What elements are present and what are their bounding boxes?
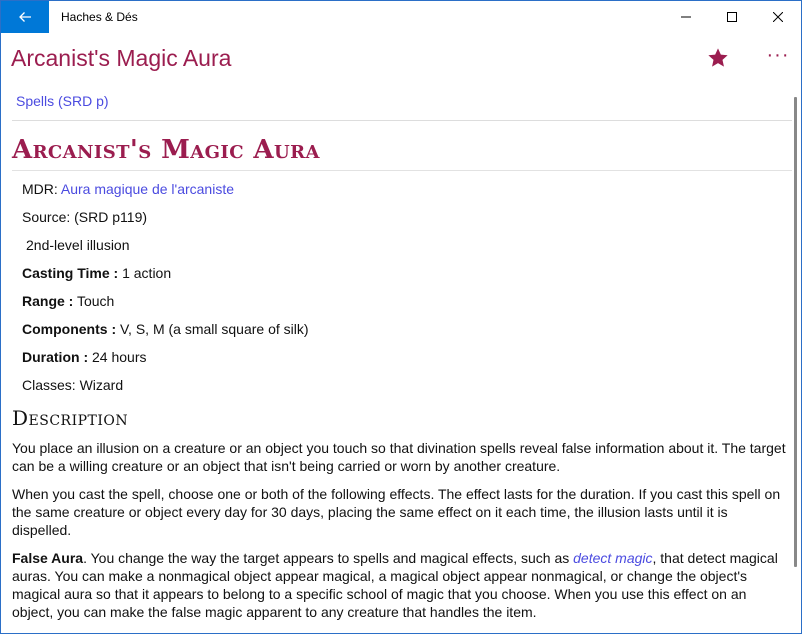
divider (12, 170, 792, 171)
range-label: Range : (22, 293, 74, 309)
description-paragraph-1: You place an illusion on a creature or a… (12, 440, 786, 474)
star-icon (708, 48, 728, 67)
duration-row: Duration : 24 hours (22, 349, 146, 365)
description-heading: Description (12, 406, 129, 430)
false-aura-label: False Aura (12, 550, 84, 566)
casting-time-label: Casting Time : (22, 265, 119, 281)
casting-time-value: 1 action (118, 265, 172, 281)
more-icon: ··· (766, 44, 790, 66)
mdr-label: MDR: (22, 181, 61, 197)
mdr-row: MDR: Aura magique de l'arcaniste (22, 181, 234, 197)
back-button[interactable] (1, 1, 49, 33)
maximize-icon (727, 12, 737, 22)
minimize-icon (681, 16, 691, 18)
mdr-link[interactable]: Aura magique de l'arcaniste (61, 181, 234, 197)
components-value: V, S, M (a small square of silk) (116, 321, 309, 337)
more-options-button[interactable]: ··· (763, 44, 793, 71)
source-row: Source: (SRD p119) (22, 209, 148, 225)
close-button[interactable] (755, 1, 801, 33)
range-value: Touch (73, 293, 115, 309)
maximize-button[interactable] (709, 1, 755, 33)
spell-title: Arcanist's Magic Aura (12, 135, 320, 165)
components-label: Components : (22, 321, 117, 337)
breadcrumb-spells-link[interactable]: Spells (SRD p) (16, 93, 109, 109)
divider (12, 120, 792, 121)
page-title: Arcanist's Magic Aura (11, 45, 232, 71)
detect-magic-link[interactable]: detect magic (573, 550, 652, 566)
duration-label: Duration : (22, 349, 89, 365)
title-bar: Haches & Dés (1, 1, 801, 33)
close-icon (773, 12, 783, 22)
favorite-button[interactable] (707, 47, 733, 71)
duration-value: 24 hours (88, 349, 147, 365)
classes-row: Classes: Wizard (22, 377, 124, 393)
level-school: 2nd-level illusion (26, 237, 130, 253)
components-row: Components : V, S, M (a small square of … (22, 321, 309, 337)
vertical-scrollbar[interactable] (794, 97, 797, 567)
back-arrow-icon (19, 12, 31, 22)
app-window: Haches & Dés Arcanist's Magic Aura ··· S… (0, 0, 802, 634)
paragraph-text: . You change the way the target appears … (83, 550, 574, 566)
description-paragraph-3: False Aura. You change the way the targe… (12, 549, 787, 621)
app-title: Haches & Dés (61, 10, 138, 24)
casting-time-row: Casting Time : 1 action (22, 265, 171, 281)
range-row: Range : Touch (22, 293, 114, 309)
description-paragraph-2: When you cast the spell, choose one or b… (12, 486, 781, 538)
minimize-button[interactable] (663, 1, 709, 33)
